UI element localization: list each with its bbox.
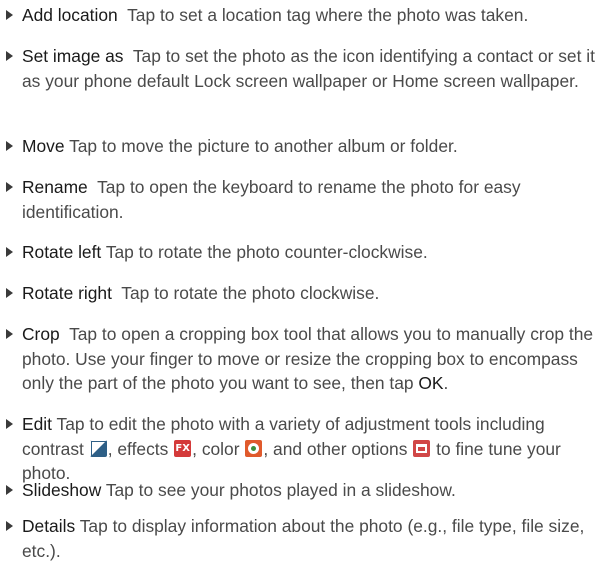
item-term: Rename	[22, 177, 88, 197]
item-description: Tap to move the picture to another album…	[69, 136, 458, 156]
item-term: Slideshow	[22, 480, 102, 500]
item-description-part: , and other options	[263, 438, 408, 459]
item-description-part: , color	[192, 438, 240, 459]
ok-keyword: OK	[418, 373, 444, 393]
bullet-arrow-icon	[6, 10, 13, 20]
list-item-slideshow: Slideshow Tap to see your photos played …	[6, 478, 602, 503]
other-options-icon	[413, 439, 431, 457]
list-item-crop: Crop Tap to open a cropping box tool tha…	[6, 322, 602, 396]
contrast-icon	[89, 439, 107, 457]
list-item-add-location: Add location Tap to set a location tag w…	[6, 3, 602, 28]
bullet-arrow-icon	[6, 288, 13, 298]
photo-options-list: Add location Tap to set a location tag w…	[0, 0, 606, 561]
item-description: Tap to display information about the pho…	[22, 516, 585, 561]
bullet-arrow-icon	[6, 247, 13, 257]
item-description: Tap to see your photos played in a slide…	[105, 480, 456, 500]
fx-icon: FX	[174, 439, 192, 457]
bullet-arrow-icon	[6, 329, 13, 339]
list-item-rotate-right: Rotate right Tap to rotate the photo clo…	[6, 281, 602, 306]
item-term: Details	[22, 516, 76, 536]
item-term: Rotate left	[22, 242, 102, 262]
sentence-end: .	[443, 373, 449, 393]
list-item-rotate-left: Rotate left Tap to rotate the photo coun…	[6, 240, 602, 265]
item-term: Crop	[22, 324, 60, 344]
item-description: Tap to open a cropping box tool that all…	[22, 324, 594, 393]
item-term: Move	[22, 136, 65, 156]
item-term: Rotate right	[22, 283, 112, 303]
list-item-set-image-as: Set image as Tap to set the photo as the…	[6, 44, 602, 93]
bullet-arrow-icon	[6, 182, 13, 192]
item-description: Tap to open the keyboard to rename the p…	[22, 177, 521, 222]
list-item-details: Details Tap to display information about…	[6, 514, 602, 563]
bullet-arrow-icon	[6, 485, 13, 495]
bullet-arrow-icon	[6, 51, 13, 61]
item-term: Edit	[22, 414, 52, 434]
color-icon	[245, 439, 263, 457]
item-description: Tap to rotate the photo clockwise.	[121, 283, 380, 303]
bullet-arrow-icon	[6, 141, 13, 151]
bullet-arrow-icon	[6, 419, 13, 429]
bullet-arrow-icon	[6, 521, 13, 531]
list-item-edit: Edit Tap to edit the photo with a variet…	[6, 412, 602, 486]
list-item-move: Move Tap to move the picture to another …	[6, 134, 602, 159]
item-description: Tap to set a location tag where the phot…	[127, 5, 529, 25]
item-description-part: , effects	[107, 438, 169, 459]
item-description: Tap to rotate the photo counter-clockwis…	[105, 242, 428, 262]
item-term: Add location	[22, 5, 118, 25]
item-term: Set image as	[22, 46, 124, 66]
list-item-rename: Rename Tap to open the keyboard to renam…	[6, 175, 602, 224]
